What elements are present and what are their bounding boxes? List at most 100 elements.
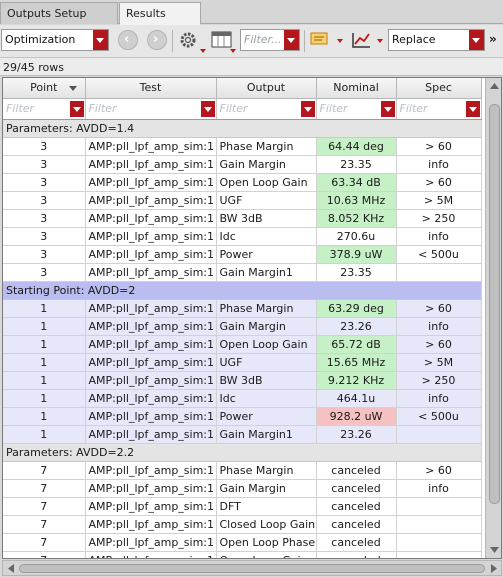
table-row[interactable]: 7AMP:pll_lpf_amp_sim:1Open Loop Gaincanc… <box>3 551 482 558</box>
spec-cell: info <box>396 479 482 498</box>
next-point-button[interactable]: › <box>147 30 167 50</box>
toolbar-filter-placeholder: Filter... <box>244 33 282 46</box>
table-menu-arrow-icon[interactable] <box>230 49 236 53</box>
view-select[interactable]: Optimization <box>1 29 109 51</box>
nominal-cell: 63.29 deg <box>316 299 397 318</box>
group-header-row[interactable]: Starting Point: AVDD=2 <box>3 281 482 300</box>
point-cell: 1 <box>3 353 86 372</box>
nominal-cell: 23.26 <box>316 425 397 444</box>
scroll-up-icon[interactable] <box>488 80 501 94</box>
nominal-cell: 63.34 dB <box>316 173 397 192</box>
spec-cell: > 60 <box>396 335 482 354</box>
table-row[interactable]: 7 AMP:pll_lpf_amp_sim:1 Closed Loop Gain ca… <box>3 515 482 534</box>
table-row[interactable]: 1 AMP:pll_lpf_amp_sim:1 Power 928.2 uW < 500… <box>3 407 482 426</box>
plot-mode-select[interactable]: Replace <box>388 29 485 51</box>
column-header-output[interactable]: Output <box>216 78 317 99</box>
table-row[interactable]: 7 AMP:pll_lpf_amp_sim:1 DFT canceled <box>3 497 482 516</box>
spec-cell <box>396 263 482 282</box>
table-row[interactable]: 3 AMP:pll_lpf_amp_sim:1 BW 3dB 8.052 KHz > 2… <box>3 209 482 228</box>
table-row[interactable]: 1 AMP:pll_lpf_amp_sim:1 BW 3dB 9.212 KHz > 2… <box>3 371 482 390</box>
filter-test[interactable]: Filter <box>85 98 217 120</box>
row-count-label: 29/45 rows <box>0 57 503 76</box>
filter-dropdown-icon[interactable] <box>465 100 480 117</box>
filter-dropdown-icon[interactable] <box>69 100 84 117</box>
horizontal-scrollbar[interactable] <box>2 560 502 576</box>
group-header-row[interactable]: Parameters: AVDD=2.2 <box>3 443 482 462</box>
output-cell: Idc <box>216 389 317 408</box>
output-cell: Phase Margin <box>216 461 317 480</box>
filter-output[interactable]: Filter <box>216 98 317 120</box>
column-header-label: Point <box>30 81 58 95</box>
scroll-down-icon[interactable] <box>488 544 501 558</box>
column-header-test[interactable]: Test <box>85 78 217 99</box>
spec-cell: info <box>396 317 482 336</box>
column-header-point[interactable]: Point <box>3 78 86 99</box>
scroll-left-icon[interactable] <box>6 563 16 577</box>
table-icon <box>211 31 232 48</box>
filter-dropdown-icon[interactable] <box>380 100 395 117</box>
filter-dropdown-icon[interactable] <box>200 100 215 117</box>
plot-menu-arrow-icon[interactable] <box>377 39 383 43</box>
nominal-cell: 64.44 deg <box>316 137 397 156</box>
spec-cell: > 250 <box>396 371 482 390</box>
test-cell: AMP:pll_lpf_amp_sim:1 <box>85 317 217 336</box>
output-cell: Power <box>216 407 317 426</box>
output-cell: Gain Margin1 <box>216 425 317 444</box>
point-cell: 1 <box>3 335 86 354</box>
scroll-right-icon[interactable] <box>489 563 499 577</box>
point-cell: 1 <box>3 371 86 390</box>
table-row[interactable]: 1 AMP:pll_lpf_amp_sim:1 Idc 464.1u info <box>3 389 482 408</box>
table-row[interactable]: 1 AMP:pll_lpf_amp_sim:1 Gain Margin1 23.26 <box>3 425 482 444</box>
settings-gear-button[interactable] <box>178 30 198 50</box>
test-cell: AMP:pll_lpf_amp_sim:1 <box>85 551 217 558</box>
filter-dropdown-icon[interactable] <box>300 100 315 117</box>
filter-placeholder: Filter <box>219 102 248 115</box>
gear-menu-arrow-icon[interactable] <box>200 49 206 53</box>
nominal-cell: 378.9 uW <box>316 245 397 264</box>
table-row[interactable]: 3 AMP:pll_lpf_amp_sim:1 Power 378.9 uW < 500… <box>3 245 482 264</box>
output-cell: Gain Margin <box>216 317 317 336</box>
table-row[interactable]: 3 AMP:pll_lpf_amp_sim:1 Phase Margin 64.44 … <box>3 137 482 156</box>
filter-spec[interactable]: Filter <box>396 98 482 120</box>
table-row[interactable]: 7 AMP:pll_lpf_amp_sim:1 Phase Margin cancel… <box>3 461 482 480</box>
annotation-button[interactable] <box>309 30 329 50</box>
tab-results[interactable]: Results <box>119 2 201 25</box>
table-row[interactable]: 7 AMP:pll_lpf_amp_sim:1 Open Loop Phase can… <box>3 533 482 552</box>
vertical-scroll-thumb[interactable] <box>489 104 500 504</box>
spec-cell <box>396 425 482 444</box>
table-layout-button[interactable] <box>211 30 232 50</box>
filter-nominal[interactable]: Filter <box>316 98 397 120</box>
toolbar-filter-input[interactable]: Filter... <box>240 29 300 51</box>
column-header-nominal[interactable]: Nominal <box>316 78 397 99</box>
table-row[interactable]: 1 AMP:pll_lpf_amp_sim:1 Phase Margin 63.29 … <box>3 299 482 318</box>
spec-cell: info <box>396 389 482 408</box>
output-cell: BW 3dB <box>216 209 317 228</box>
previous-point-button[interactable]: ‹ <box>118 30 138 50</box>
column-header-spec[interactable]: Spec <box>396 78 482 99</box>
test-cell: AMP:pll_lpf_amp_sim:1 <box>85 155 217 174</box>
spec-cell: > 5M <box>396 353 482 372</box>
table-row[interactable]: 1 AMP:pll_lpf_amp_sim:1 Open Loop Gain 65.7… <box>3 335 482 354</box>
tab-outputs-setup[interactable]: Outputs Setup <box>0 2 118 24</box>
vertical-scrollbar[interactable] <box>485 78 501 558</box>
group-header-row[interactable]: Parameters: AVDD=1.4 <box>3 119 482 138</box>
horizontal-scroll-thumb[interactable] <box>19 564 485 573</box>
table-row[interactable]: 7 AMP:pll_lpf_amp_sim:1 Gain Margin cancele… <box>3 479 482 498</box>
table-row[interactable]: 1 AMP:pll_lpf_amp_sim:1 Gain Margin 23.26 in… <box>3 317 482 336</box>
output-cell: Phase Margin <box>216 299 317 318</box>
test-cell: AMP:pll_lpf_amp_sim:1 <box>85 497 217 516</box>
filter-row: Filter Filter Filter Filter Filter <box>3 98 482 120</box>
table-row[interactable]: 3 AMP:pll_lpf_amp_sim:1 Gain Margin 23.35 in… <box>3 155 482 174</box>
results-table-container: Point Test Output Nominal Spec Filter Fi… <box>2 77 502 559</box>
table-row[interactable]: 3 AMP:pll_lpf_amp_sim:1 Open Loop Gain 63.3… <box>3 173 482 192</box>
filter-point[interactable]: Filter <box>3 98 86 120</box>
table-row[interactable]: 3 AMP:pll_lpf_amp_sim:1 UGF 10.63 MHz > 5M <box>3 191 482 210</box>
annotation-menu-arrow-icon[interactable] <box>337 39 343 43</box>
plot-results-button[interactable] <box>351 30 371 50</box>
output-cell: Idc <box>216 227 317 246</box>
table-row[interactable]: 3 AMP:pll_lpf_amp_sim:1 Gain Margin1 23.35 <box>3 263 482 282</box>
table-row[interactable]: 1 AMP:pll_lpf_amp_sim:1 UGF 15.65 MHz > 5M <box>3 353 482 372</box>
nominal-cell: canceled <box>316 551 397 558</box>
toolbar-overflow-button[interactable]: » <box>489 32 497 46</box>
table-row[interactable]: 3 AMP:pll_lpf_amp_sim:1 Idc 270.6u info <box>3 227 482 246</box>
